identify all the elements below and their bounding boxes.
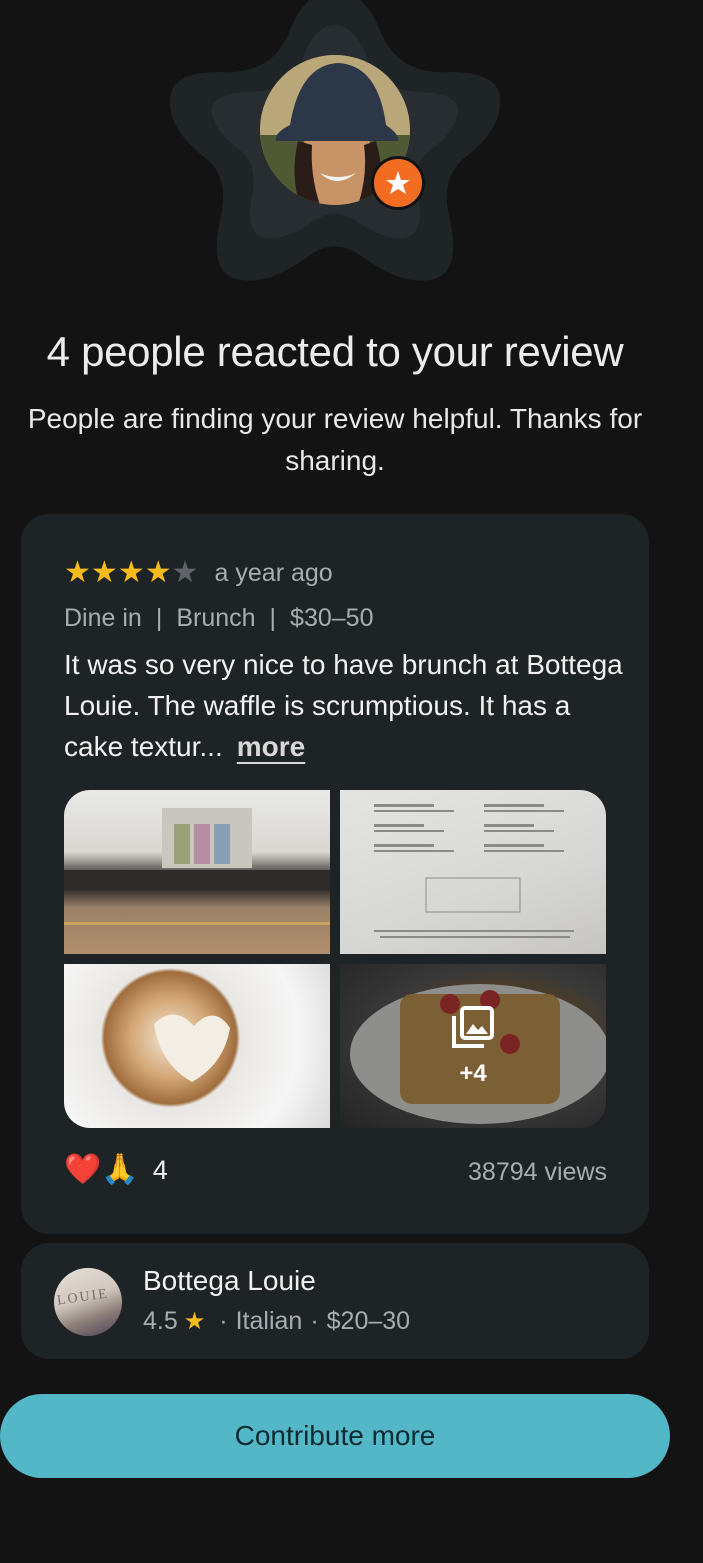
place-cuisine: Italian xyxy=(235,1307,303,1335)
info-separator: · xyxy=(310,1307,319,1335)
page-subtitle: People are finding your review helpful. … xyxy=(27,403,643,476)
photo-interior[interactable] xyxy=(64,790,330,954)
place-info: 4.5 ★ · Italian · $20–30 xyxy=(143,1307,410,1336)
photo-menu[interactable] xyxy=(340,790,606,954)
view-count: 38794 views xyxy=(468,1158,607,1186)
meta-meal: Brunch xyxy=(176,604,256,632)
local-guide-badge-icon xyxy=(371,156,425,210)
more-photos-button[interactable]: +4 xyxy=(340,964,606,1128)
place-card[interactable]: LOUIE Bottega Louie 4.5 ★ · Italian · $2… xyxy=(21,1243,649,1359)
star-filled-icon: ★ xyxy=(90,556,118,589)
meta-separator: | xyxy=(269,604,277,632)
photo-grid: +4 xyxy=(64,790,606,1128)
heart-reaction-icon: ❤️ xyxy=(64,1153,102,1186)
meta-price: $30–50 xyxy=(290,604,374,632)
place-rating: 4.5 xyxy=(143,1307,178,1335)
star-empty-icon: ★ xyxy=(171,556,199,589)
star-filled-icon: ★ xyxy=(117,556,145,589)
star-filled-icon: ★ xyxy=(183,1308,206,1335)
star-filled-icon: ★ xyxy=(144,556,172,589)
star-rating: ★ ★ ★ ★ ★ xyxy=(64,558,199,588)
place-thumbnail-lettering: LOUIE xyxy=(56,1286,110,1309)
review-card[interactable]: ★ ★ ★ ★ ★ a year ago Dine in | Brunch | $30–… xyxy=(21,514,649,1234)
info-separator: · xyxy=(219,1307,228,1335)
meta-service: Dine in xyxy=(64,604,142,632)
rating-row: ★ ★ ★ ★ ★ a year ago xyxy=(64,558,333,588)
star-filled-icon: ★ xyxy=(64,556,91,589)
photo-waffle[interactable]: +4 xyxy=(340,964,606,1128)
reactions[interactable]: ❤️ 🙏 4 xyxy=(64,1154,168,1186)
review-text: It was so very nice to have brunch at Bo… xyxy=(64,644,624,767)
reaction-count: 4 xyxy=(152,1154,168,1185)
place-price: $20–30 xyxy=(326,1307,411,1335)
meta-separator: | xyxy=(155,604,163,632)
review-body: It was so very nice to have brunch at Bo… xyxy=(64,649,623,762)
more-photos-count: +4 xyxy=(459,1060,487,1087)
more-link[interactable]: more xyxy=(237,731,305,762)
pray-reaction-icon: 🙏 xyxy=(101,1153,139,1186)
contribute-more-button[interactable]: Contribute more xyxy=(0,1394,670,1478)
photo-library-icon xyxy=(452,1006,494,1048)
place-thumbnail: LOUIE xyxy=(54,1268,122,1336)
hero-section xyxy=(0,0,703,300)
photo-latte[interactable] xyxy=(64,964,330,1128)
review-time: a year ago xyxy=(214,558,333,587)
place-name: Bottega Louie xyxy=(143,1265,316,1296)
page-title: 4 people reacted to your review xyxy=(46,328,624,375)
review-meta: Dine in | Brunch | $30–50 xyxy=(64,604,373,633)
